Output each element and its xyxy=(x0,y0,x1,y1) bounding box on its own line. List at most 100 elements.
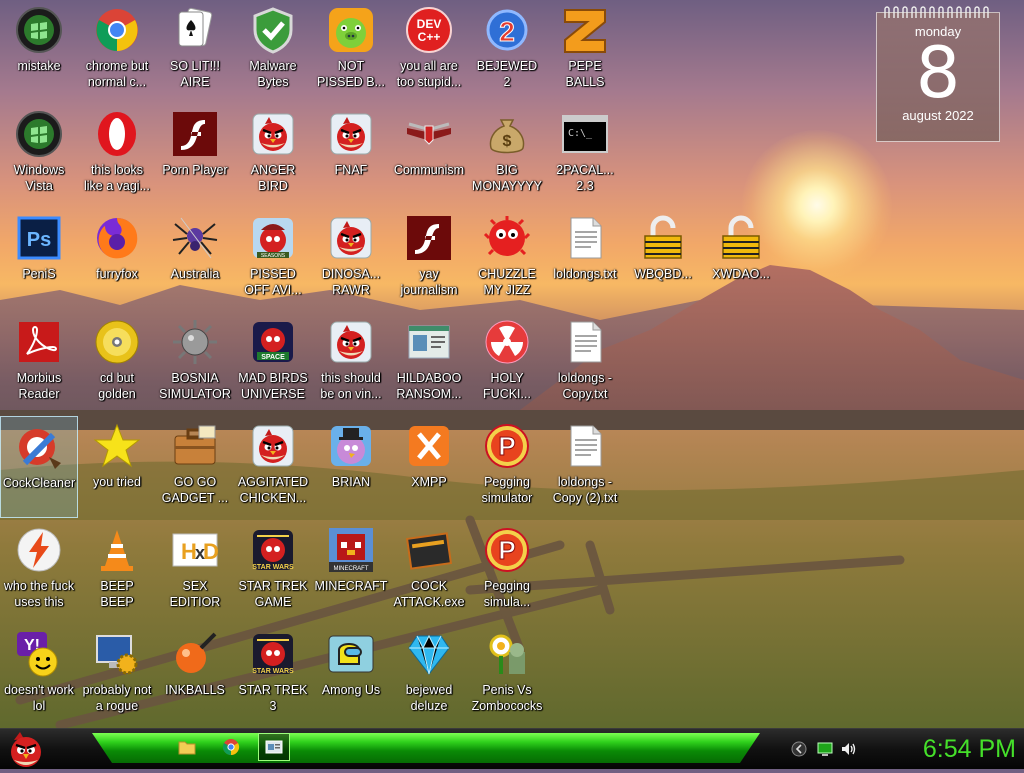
desktop-icon[interactable]: yay journalism xyxy=(390,208,468,310)
desktop-icon[interactable]: probably not a rogue xyxy=(78,624,156,726)
purple-bird-icon xyxy=(327,422,375,470)
desktop-icon-label: MINECRAFT xyxy=(314,579,388,593)
desktop-icon[interactable]: Hx D SEX EDITIOR xyxy=(156,520,234,622)
network-icon[interactable] xyxy=(817,741,833,757)
desktop-icon[interactable]: mistake xyxy=(0,0,78,102)
svg-text:2: 2 xyxy=(499,16,515,47)
desktop-icon[interactable]: this looks like a vagi... xyxy=(78,104,156,206)
desktop-icon-label: 2PACAL... 2.3 xyxy=(556,163,614,193)
desktop-icon-label: yay journalism xyxy=(400,267,458,297)
desktop-icon[interactable]: AGGITATED CHICKEN... xyxy=(234,416,312,518)
spiked-mine-icon xyxy=(171,318,219,366)
desktop-icon[interactable]: DEV C++ you all are too stupid... xyxy=(390,0,468,102)
desktop-icon-label: mistake xyxy=(17,59,61,73)
desktop-icon[interactable]: Y! doesn't work lol xyxy=(0,624,78,726)
desktop-icon[interactable]: SEASONS PISSED OFF AVI... xyxy=(234,208,312,310)
taskbar-explorer-button[interactable] xyxy=(175,735,199,759)
z-block-icon xyxy=(561,6,609,54)
desktop-icon[interactable]: HILDABOO RANSOM... xyxy=(390,312,468,414)
desktop-icon[interactable]: GO GO GADGET ... xyxy=(156,416,234,518)
desktop-icon[interactable]: Morbius Reader xyxy=(0,312,78,414)
desktop-icon[interactable]: ANGER BIRD xyxy=(234,104,312,206)
xampp-icon xyxy=(405,422,453,470)
shield-check-icon xyxy=(249,6,297,54)
desktop-icon[interactable]: Ps PeniS xyxy=(0,208,78,310)
desktop-icon[interactable]: Among Us xyxy=(312,624,390,726)
desktop-icon[interactable]: NOT PISSED B... xyxy=(312,0,390,102)
desktop-icon[interactable]: 2 BEJEWED 2 xyxy=(468,0,546,102)
desktop-icon-label: HOLY FUCKI... xyxy=(483,371,531,401)
desktop-icon-label: BEJEWED 2 xyxy=(476,59,538,89)
desktop-icon-label: loldongs - Copy (2).txt xyxy=(552,475,618,505)
desktop-icon[interactable]: BEEP BEEP xyxy=(78,520,156,622)
desktop-icon-label: cd but golden xyxy=(98,371,136,401)
desktop-icon[interactable]: Malware Bytes xyxy=(234,0,312,102)
desktop-icon[interactable]: XWDAO... xyxy=(702,208,780,310)
desktop-icon-label: this should be on vin... xyxy=(320,371,382,401)
desktop-icon[interactable]: COCK ATTACK.exe xyxy=(390,520,468,622)
padlock-icon xyxy=(639,214,687,262)
window-screen-icon xyxy=(265,740,283,754)
desktop-icon[interactable]: MINECRAFT MINECRAFT xyxy=(312,520,390,622)
text-file-icon xyxy=(561,214,609,262)
volume-icon[interactable] xyxy=(841,741,857,757)
desktop-icon-label: Windows Vista xyxy=(13,163,65,193)
desktop-icon[interactable]: chrome but normal c... xyxy=(78,0,156,102)
desktop-icon[interactable]: STAR WARS STAR TREK 3 xyxy=(234,624,312,726)
desktop-icon[interactable]: XMPP xyxy=(390,416,468,518)
desktop-icon[interactable]: STAR WARS STAR TREK GAME xyxy=(234,520,312,622)
desktop-icon[interactable]: SO LIT!!! AIRE xyxy=(156,0,234,102)
star-wars-bird-icon: STAR WARS xyxy=(249,630,297,678)
desktop-icon[interactable]: who the fuck uses this xyxy=(0,520,78,622)
desktop-icon-label: COCK ATTACK.exe xyxy=(393,579,465,609)
winged-emblem-icon xyxy=(405,110,453,158)
desktop-icon[interactable]: C:\_ 2PACAL... 2.3 xyxy=(546,104,624,206)
desktop-icon[interactable]: loldongs - Copy (2).txt xyxy=(546,416,624,518)
desktop-icon[interactable]: Australia xyxy=(156,208,234,310)
desktop-icon[interactable]: DINOSA... RAWR xyxy=(312,208,390,310)
desktop-icon[interactable]: PEPE BALLS xyxy=(546,0,624,102)
calendar-rings xyxy=(884,6,989,18)
desktop-icon[interactable]: Porn Player xyxy=(156,104,234,206)
desktop-icon[interactable]: you tried xyxy=(78,416,156,518)
desktop-icon[interactable]: bejewed deluze xyxy=(390,624,468,726)
taskbar-clock[interactable]: 6:54 PM xyxy=(866,735,1016,764)
taskbar-active-window-button[interactable] xyxy=(258,733,290,761)
desktop-icon[interactable]: WBQBD... xyxy=(624,208,702,310)
desktop-icon-label: Penis Vs Zombococks xyxy=(471,683,543,713)
desktop-icon[interactable]: furryfox xyxy=(78,208,156,310)
desktop-icon-label: NOT PISSED B... xyxy=(316,59,386,89)
desktop-icon[interactable]: BOSNIA SIMULATOR xyxy=(156,312,234,414)
desktop-icon-label: you all are too stupid... xyxy=(396,59,462,89)
taskbar-chrome-button[interactable] xyxy=(219,735,243,759)
desktop-icon-label: Morbius Reader xyxy=(16,371,62,401)
start-button[interactable] xyxy=(4,730,46,768)
peggle-icon: P xyxy=(483,526,531,574)
desktop-icon[interactable]: $ BIG MONAYYYY xyxy=(468,104,546,206)
desktop-icon[interactable]: INKBALLS xyxy=(156,624,234,726)
desktop-icon[interactable]: this should be on vin... xyxy=(312,312,390,414)
desktop-icon[interactable]: P Pegging simula... xyxy=(468,520,546,622)
desktop-icon[interactable]: loldongs.txt xyxy=(546,208,624,310)
desktop-icon[interactable]: FNAF xyxy=(312,104,390,206)
desktop-icon[interactable]: Communism xyxy=(390,104,468,206)
desktop-icon[interactable]: Penis Vs Zombococks xyxy=(468,624,546,726)
desktop-icon[interactable]: loldongs - Copy.txt xyxy=(546,312,624,414)
desktop-icon[interactable]: cd but golden xyxy=(78,312,156,414)
svg-text:SPACE: SPACE xyxy=(261,354,285,361)
padlock-icon xyxy=(717,214,765,262)
svg-text:C:\_: C:\_ xyxy=(568,128,593,139)
desktop-icon-label: doesn't work lol xyxy=(4,683,74,713)
flash-icon xyxy=(405,214,453,262)
desktop-icon-label: BIG MONAYYYY xyxy=(472,163,542,193)
desktop-icon[interactable]: SPACE MAD BIRDS UNIVERSE xyxy=(234,312,312,414)
desktop-icon[interactable]: BRIAN xyxy=(312,416,390,518)
desktop-icon[interactable]: P Pegging simulator xyxy=(468,416,546,518)
desktop-icon[interactable]: Windows Vista xyxy=(0,104,78,206)
svg-text:Ps: Ps xyxy=(27,229,51,251)
desktop-icon[interactable]: HOLY FUCKI... xyxy=(468,312,546,414)
chevron-left-icon[interactable] xyxy=(791,741,807,757)
desktop-icon[interactable]: CockCleaner xyxy=(0,416,78,518)
calendar-gadget[interactable]: monday 8 august 2022 xyxy=(876,6,1000,142)
desktop-icon[interactable]: CHUZZLE MY JIZZ xyxy=(468,208,546,310)
